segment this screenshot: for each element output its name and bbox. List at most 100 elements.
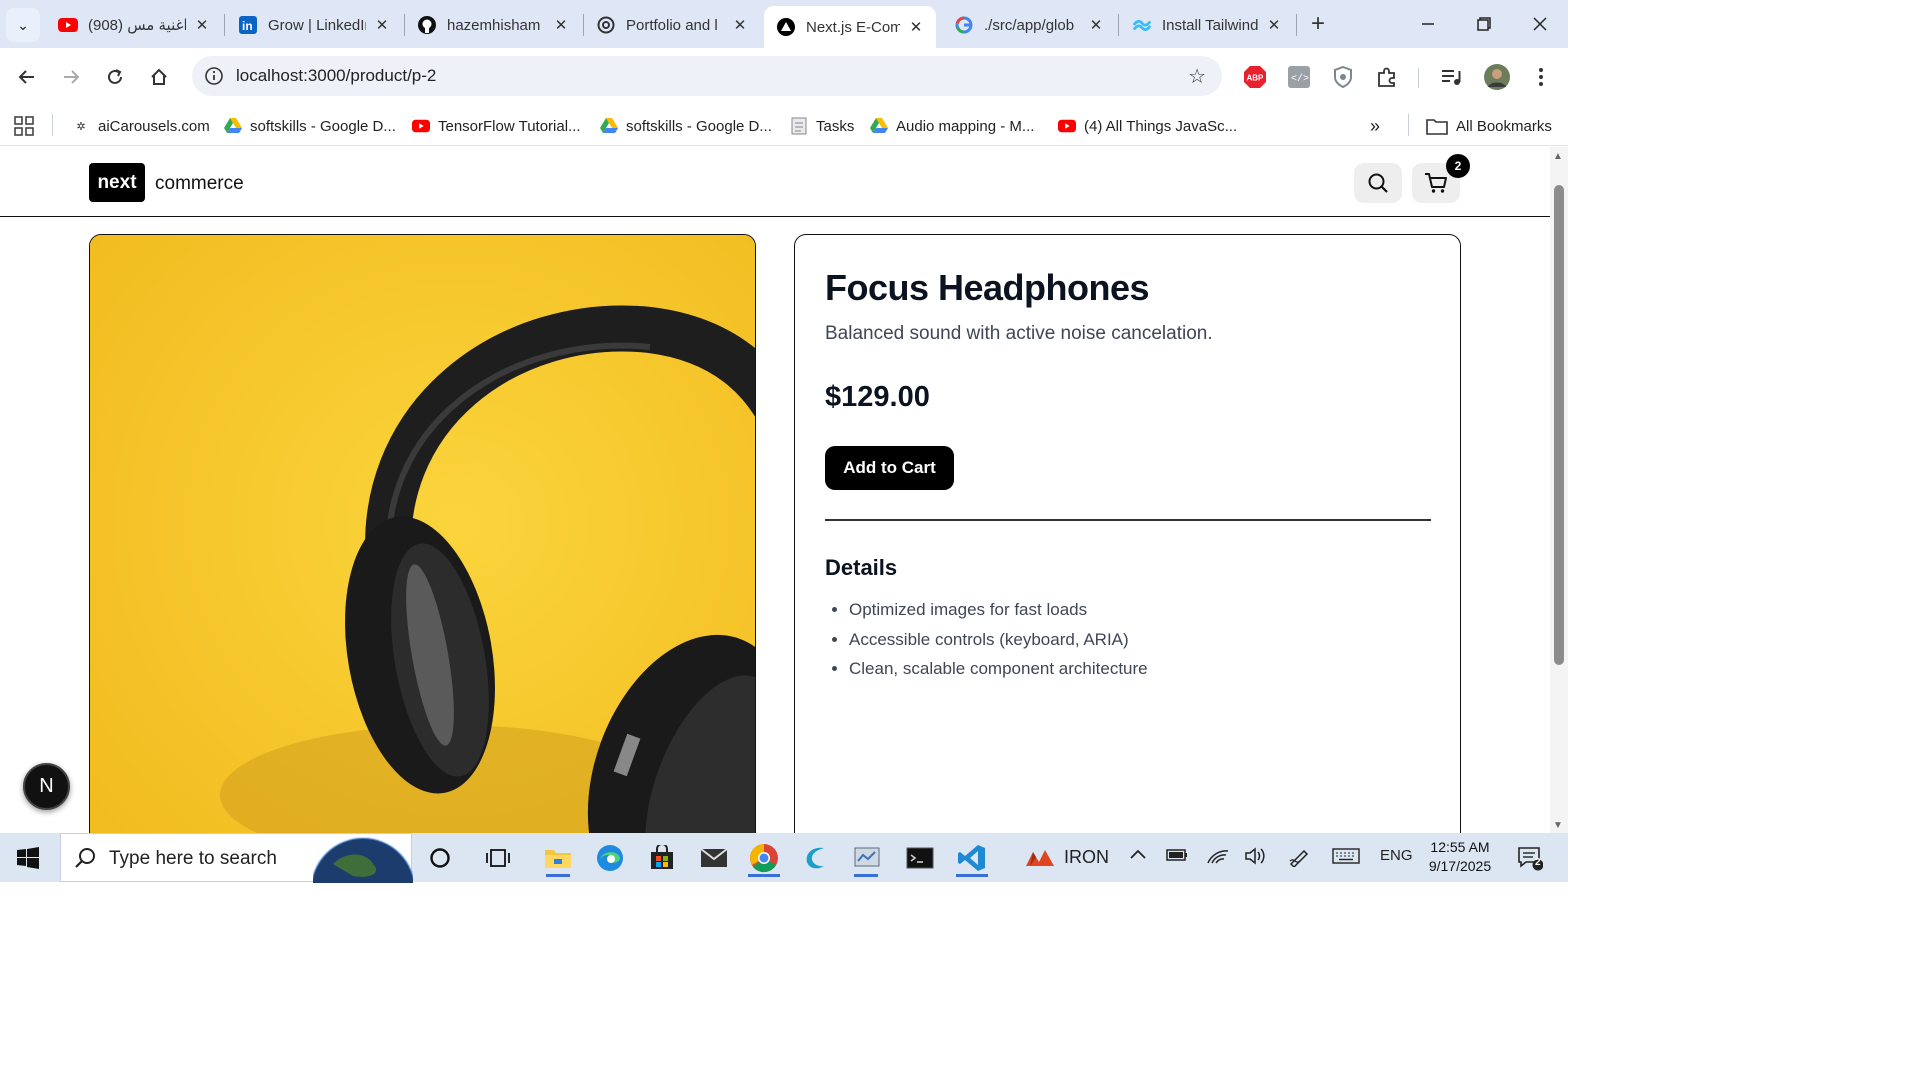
media-control-icon[interactable] [1438,64,1464,90]
svg-text:ABP: ABP [1247,74,1265,83]
cortana-icon[interactable] [420,839,460,877]
home-button[interactable] [142,60,176,94]
address-bar[interactable]: localhost:3000/product/p-2 ☆ [192,56,1222,96]
tab-nextjs-ecommerce[interactable]: Next.js E-Com ✕ [764,6,936,48]
tab-google[interactable]: ./src/app/glob ✕ [942,6,1116,44]
tab-youtube[interactable]: (908) اغنية مس ✕ [46,6,222,44]
battery-icon[interactable] [1166,847,1188,868]
notification-center-icon[interactable]: 2 [1510,839,1550,877]
bookmark-item[interactable]: Tasks [790,112,854,140]
volume-icon[interactable] [1244,847,1268,870]
youtube-icon [1058,117,1076,135]
close-icon[interactable]: ✕ [732,16,748,34]
apps-grid-icon[interactable] [14,112,34,140]
app-swirl-icon[interactable] [796,839,836,877]
back-button[interactable] [10,60,44,94]
more-menu-icon[interactable] [1528,64,1554,90]
tab-tailwind[interactable]: Install Tailwind ✕ [1120,6,1294,44]
url-text[interactable]: localhost:3000/product/p-2 [236,66,436,86]
site-info-icon[interactable] [204,66,224,86]
more-bookmarks-chevron-icon[interactable]: » [1370,112,1380,140]
edge-browser-icon[interactable] [590,839,630,877]
home-icon [151,68,167,85]
iron-label[interactable]: IRON [1064,847,1109,868]
arrow-left-icon [18,70,34,84]
nextjs-devtools-button[interactable]: N [23,763,70,810]
scroll-up-arrow-icon[interactable]: ▲ [1553,151,1563,162]
search-button[interactable] [1354,163,1402,203]
extensions-puzzle-icon[interactable] [1374,64,1400,90]
add-to-cart-button[interactable]: Add to Cart [825,446,954,490]
bookmark-item[interactable]: softskills - Google D... [224,112,396,140]
minimize-icon [1422,23,1434,25]
bookmark-star-icon[interactable]: ☆ [1188,64,1206,89]
close-icon[interactable]: ✕ [553,16,569,34]
page-scrollbar[interactable]: ▲ ▼ [1550,147,1568,833]
youtube-icon [412,117,430,135]
file-explorer-icon[interactable] [538,839,578,877]
tab-title: ./src/app/glob [984,16,1075,34]
close-icon[interactable]: ✕ [194,16,210,34]
clock[interactable]: 12:55 AM 9/17/2025 [1420,838,1500,876]
pen-icon[interactable] [1288,847,1312,872]
tab-linkedin[interactable]: in Grow | LinkedIn ✕ [226,6,402,44]
reload-button[interactable] [98,60,132,94]
monitor-app-icon[interactable] [848,839,888,877]
tray-expand-chevron-icon[interactable] [1128,847,1148,866]
tab-github[interactable]: hazemhisham ✕ [405,6,581,44]
wifi-icon[interactable] [1206,847,1230,870]
tab-chatgpt[interactable]: Portfolio and l ✕ [584,6,760,44]
keyboard-icon[interactable] [1332,847,1360,870]
terminal-icon[interactable] [900,839,940,877]
logo-mark[interactable]: next [89,163,145,202]
scroll-down-arrow-icon[interactable]: ▼ [1553,820,1563,831]
mail-icon[interactable] [694,839,734,877]
logo-text[interactable]: commerce [155,173,244,195]
new-tab-button[interactable]: + [1304,10,1332,38]
adblock-plus-icon[interactable]: ABP [1242,64,1268,90]
task-view-icon[interactable] [478,839,518,877]
shield-icon[interactable] [1330,64,1356,90]
restore-button[interactable] [1456,0,1512,48]
bookmark-item[interactable]: Audio mapping - M... [870,112,1034,140]
close-window-button[interactable] [1512,0,1568,48]
microsoft-store-icon[interactable] [642,839,682,877]
linkedin-icon: in [238,15,258,35]
forward-button[interactable] [54,60,88,94]
arrow-right-icon [64,70,80,84]
svg-text:</>: </> [1291,73,1309,85]
youtube-icon [58,15,78,35]
active-app-indicator [956,874,988,877]
details-heading: Details [825,555,898,580]
bookmark-label: softskills - Google D... [626,117,772,135]
iron-weather-icon[interactable] [1022,839,1058,877]
bookmark-item[interactable]: softskills - Google D... [600,112,772,140]
product-title: Focus Headphones [825,267,1150,308]
profile-avatar[interactable] [1482,62,1512,92]
windows-start-icon[interactable] [8,839,48,877]
tab-search-button[interactable]: ⌄ [6,8,40,42]
all-bookmarks-label: All Bookmarks [1456,117,1552,135]
bookmark-item[interactable]: TensorFlow Tutorial... [412,112,581,140]
close-icon[interactable]: ✕ [1266,16,1282,34]
code-extension-icon[interactable]: </> [1286,64,1312,90]
web-page: next commerce 2 Focus Headphones Balance… [0,147,1550,833]
all-bookmarks-button[interactable]: All Bookmarks [1426,112,1552,140]
close-icon[interactable]: ✕ [908,18,924,36]
tab-title: hazemhisham [447,16,541,34]
vscode-icon[interactable] [952,839,992,877]
minimize-button[interactable] [1400,0,1456,48]
close-icon[interactable]: ✕ [374,16,390,34]
taskbar-search-box[interactable]: Type here to search [60,833,413,883]
tab-title: Portfolio and l [626,16,718,34]
scrollbar-thumb[interactable] [1554,185,1564,665]
close-icon[interactable]: ✕ [1088,16,1104,34]
chrome-icon[interactable] [744,839,784,877]
product-price: $129.00 [825,381,930,413]
bookmark-label: softskills - Google D... [250,117,396,135]
bookmark-item[interactable]: (4) All Things JavaSc... [1058,112,1237,140]
bookmark-item[interactable]: ✲ aiCarousels.com [72,112,209,140]
search-placeholder: Type here to search [109,848,277,869]
language-indicator[interactable]: ENG [1380,847,1413,864]
close-icon [1533,17,1547,31]
